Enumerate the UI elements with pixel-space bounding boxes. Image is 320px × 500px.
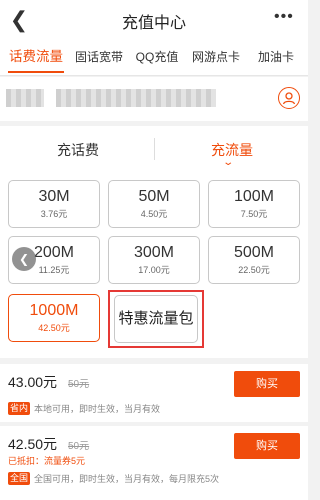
tab-game-card[interactable]: 网游点卡 bbox=[186, 40, 246, 76]
tab-landline-broadband[interactable]: 固话宽带 bbox=[68, 40, 130, 76]
package-amount: 30M bbox=[38, 188, 70, 205]
masked-number-part bbox=[56, 89, 216, 107]
phone-number-row[interactable] bbox=[0, 77, 308, 121]
offer-price: 42.50元 bbox=[8, 436, 58, 452]
package-price: 17.00元 bbox=[138, 265, 170, 275]
user-icon[interactable] bbox=[278, 87, 300, 109]
package-card[interactable]: 100M 7.50元 bbox=[208, 180, 300, 228]
top-bar: ❮ 充值中心 ••• bbox=[0, 0, 308, 40]
package-card[interactable]: 50M 4.50元 bbox=[108, 180, 200, 228]
promo-package-button[interactable]: 特惠流量包 bbox=[114, 295, 198, 343]
offer-row: 43.00元 50元 购买 省内 本地可用，即时生效，当月有效 bbox=[0, 364, 308, 422]
scope-badge: 省内 bbox=[8, 402, 31, 415]
package-amount: 500M bbox=[233, 244, 275, 261]
package-card[interactable]: 500M 22.50元 bbox=[208, 236, 300, 284]
offer-price: 43.00元 bbox=[8, 374, 58, 390]
package-amount: 300M bbox=[133, 244, 175, 261]
offer-note: 本地可用，即时生效，当月有效 bbox=[34, 404, 161, 414]
package-card-selected[interactable]: 1000M 42.50元 bbox=[8, 294, 100, 342]
scope-badge: 全国 bbox=[8, 472, 31, 485]
chevron-down-icon: ⌄ bbox=[222, 157, 235, 168]
tab-fuel-card[interactable]: 加油卡 bbox=[248, 40, 304, 76]
more-dots-icon[interactable]: ••• bbox=[274, 9, 298, 30]
promo-highlight-box: 特惠流量包 bbox=[108, 290, 204, 348]
package-card[interactable]: 30M 3.76元 bbox=[8, 180, 100, 228]
package-card[interactable]: 300M 17.00元 bbox=[108, 236, 200, 284]
offer-original-price: 50元 bbox=[68, 379, 90, 390]
package-price: 22.50元 bbox=[238, 265, 270, 275]
active-tab-indicator bbox=[8, 71, 64, 73]
page-title: 充值中心 bbox=[121, 15, 186, 32]
subtab-divider bbox=[154, 138, 155, 160]
subtab-phone-credit[interactable]: 充话费 bbox=[57, 140, 99, 160]
package-amount: 50M bbox=[138, 188, 170, 205]
buy-button[interactable]: 购买 bbox=[234, 433, 300, 459]
package-price: 42.50元 bbox=[38, 323, 70, 333]
offer-note: 全国可用，即时生效，当月有效，每月限充5次 bbox=[34, 474, 220, 484]
offer-original-price: 50元 bbox=[68, 441, 90, 452]
package-price: 7.50元 bbox=[240, 209, 268, 219]
package-price: 4.50元 bbox=[140, 209, 168, 219]
buy-button[interactable]: 购买 bbox=[234, 371, 300, 397]
coupon-deduction-hint: 已抵扣：流量券5元 bbox=[8, 456, 86, 466]
package-amount: 100M bbox=[233, 188, 275, 205]
package-amount: 1000M bbox=[29, 302, 79, 319]
package-price: 3.76元 bbox=[40, 209, 68, 219]
offer-row: 42.50元 50元 购买 已抵扣：流量券5元 全国 全国可用，即时生效，当月有… bbox=[0, 426, 308, 500]
chevron-left-icon[interactable]: ❮ bbox=[12, 247, 36, 271]
tab-qq-recharge[interactable]: QQ充值 bbox=[130, 40, 184, 76]
masked-number-part bbox=[6, 89, 44, 107]
